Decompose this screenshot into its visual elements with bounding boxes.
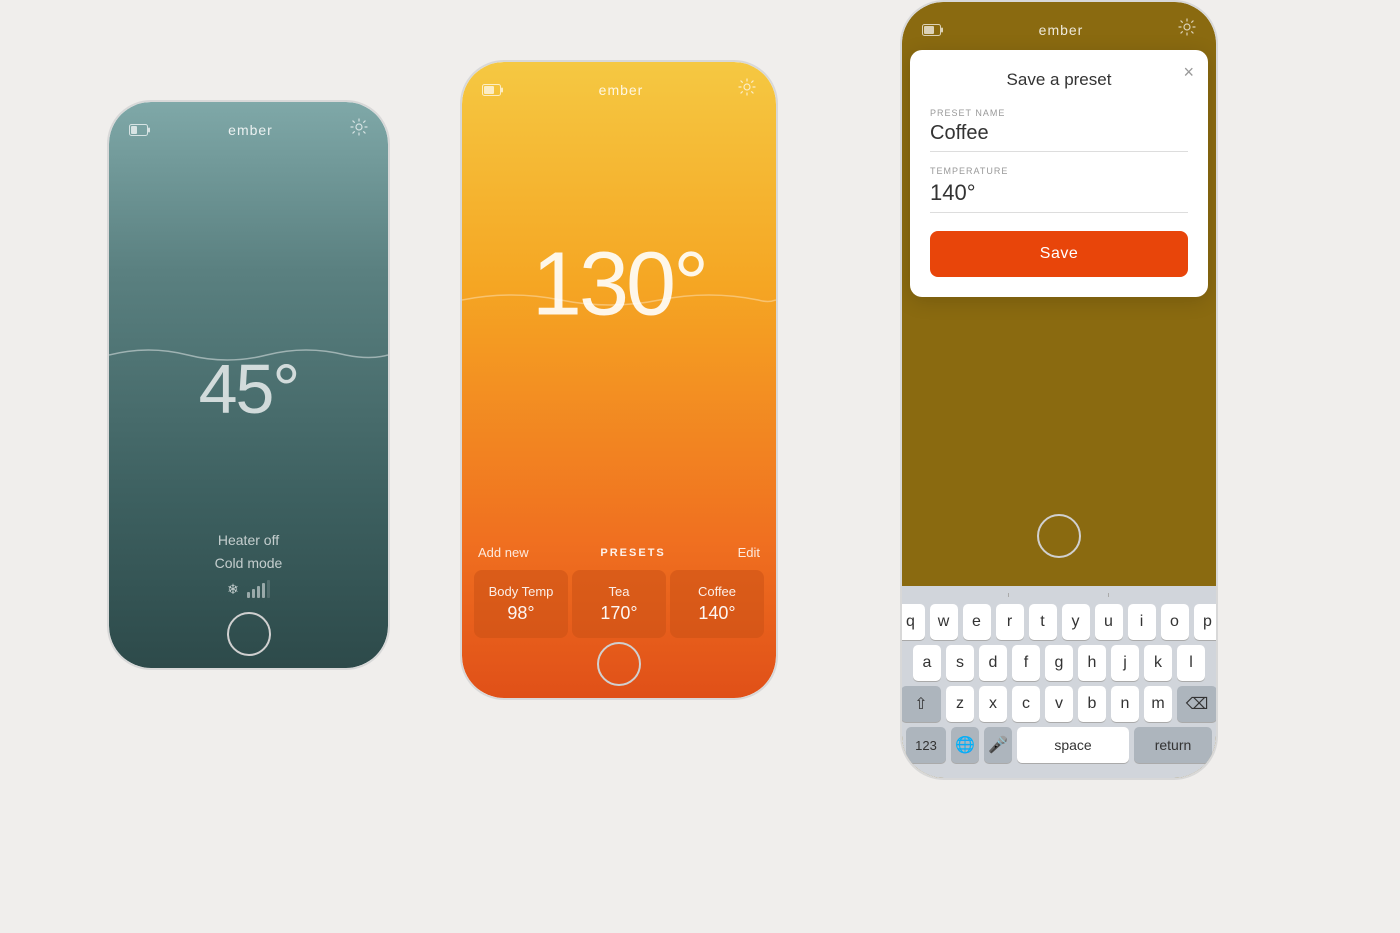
dialog-title: Save a preset: [930, 70, 1188, 90]
key-g[interactable]: g: [1045, 645, 1073, 681]
signal-bars: [247, 580, 270, 598]
key-b[interactable]: b: [1078, 686, 1106, 722]
mic-key[interactable]: 🎤: [984, 727, 1012, 763]
signal-bar-5: [267, 580, 270, 598]
keyboard: q w e r t y u i o p a s d f g: [902, 586, 1216, 778]
preset-name-2: Tea: [580, 584, 658, 599]
preset-name-1: Body Temp: [482, 584, 560, 599]
status-bar-2: ember: [462, 62, 776, 109]
snowflake-icon: ❄: [227, 581, 239, 598]
key-u[interactable]: u: [1095, 604, 1123, 640]
key-e[interactable]: e: [963, 604, 991, 640]
scene: ember 45° Heater off: [0, 0, 1400, 933]
save-preset-dialog: × Save a preset PRESET NAME TEMPERATURE …: [910, 50, 1208, 297]
phone-cold: ember 45° Heater off: [107, 100, 390, 670]
bottom-status-1: Heater off Cold mode ❄: [109, 529, 388, 598]
presets-grid: Body Temp 98° Tea 170° Coffee 140°: [474, 570, 764, 638]
add-new-button[interactable]: Add new: [478, 545, 529, 560]
signal-bar-4: [262, 583, 265, 598]
home-button-2[interactable]: [597, 642, 641, 686]
preset-body-temp[interactable]: Body Temp 98°: [474, 570, 568, 638]
suggestion-3[interactable]: [1109, 592, 1210, 598]
key-z[interactable]: z: [946, 686, 974, 722]
battery-icon-3: [922, 24, 944, 36]
key-o[interactable]: o: [1161, 604, 1189, 640]
preset-temp-2: 170°: [580, 603, 658, 624]
battery-icon-1: [129, 124, 151, 136]
presets-header: Add new PRESETS Edit: [474, 545, 764, 570]
numbers-key[interactable]: 123: [906, 727, 946, 763]
keyboard-suggestions: [906, 592, 1212, 598]
keyboard-row-2: a s d f g h j k l: [906, 645, 1212, 681]
phone-cold-screen: ember 45° Heater off: [109, 102, 388, 668]
keyboard-row-3: ⇧ z x c v b n m ⌫: [906, 686, 1212, 722]
key-q[interactable]: q: [902, 604, 925, 640]
key-a[interactable]: a: [913, 645, 941, 681]
keyboard-row-bottom: 123 🌐 🎤 space return: [906, 727, 1212, 763]
home-button-3[interactable]: [1037, 514, 1081, 558]
key-t[interactable]: t: [1029, 604, 1057, 640]
temperature-label: TEMPERATURE: [930, 166, 1188, 176]
backspace-key[interactable]: ⌫: [1177, 686, 1216, 722]
preset-coffee[interactable]: Coffee 140°: [670, 570, 764, 638]
suggestion-1[interactable]: [908, 592, 1009, 598]
key-j[interactable]: j: [1111, 645, 1139, 681]
preset-temp-1: 98°: [482, 603, 560, 624]
return-key[interactable]: return: [1134, 727, 1212, 763]
phone-active: ember 130° Add new: [460, 60, 778, 700]
phone-dialog-screen: ember × Save a preset PRESET NAME TEMPER…: [902, 2, 1216, 778]
key-y[interactable]: y: [1062, 604, 1090, 640]
app-title-1: ember: [228, 122, 273, 138]
key-f[interactable]: f: [1012, 645, 1040, 681]
suggestion-2[interactable]: [1009, 592, 1110, 598]
key-x[interactable]: x: [979, 686, 1007, 722]
key-p[interactable]: p: [1194, 604, 1217, 640]
key-r[interactable]: r: [996, 604, 1024, 640]
key-s[interactable]: s: [946, 645, 974, 681]
temp-display-2: 130°: [532, 233, 706, 336]
preset-name-3: Coffee: [678, 584, 756, 599]
presets-title: PRESETS: [600, 547, 665, 559]
key-l[interactable]: l: [1177, 645, 1205, 681]
presets-section: Add new PRESETS Edit Body Temp 98° Tea 1…: [462, 545, 776, 638]
keyboard-row-1: q w e r t y u i o p: [906, 604, 1212, 640]
app-title-2: ember: [599, 82, 644, 98]
key-v[interactable]: v: [1045, 686, 1073, 722]
signal-bar-1: [247, 592, 250, 598]
status-bar-3: ember: [902, 2, 1216, 49]
key-h[interactable]: h: [1078, 645, 1106, 681]
phone-dialog: ember × Save a preset PRESET NAME TEMPER…: [900, 0, 1218, 780]
gear-icon-3[interactable]: [1178, 18, 1196, 41]
battery-icon-2: [482, 84, 504, 96]
globe-key[interactable]: 🌐: [951, 727, 979, 763]
dialog-close-button[interactable]: ×: [1183, 62, 1194, 83]
key-m[interactable]: m: [1144, 686, 1172, 722]
bottom-icons-1: ❄: [109, 580, 388, 598]
gear-icon-2[interactable]: [738, 78, 756, 101]
signal-bar-3: [257, 586, 260, 598]
preset-temp-3: 140°: [678, 603, 756, 624]
key-n[interactable]: n: [1111, 686, 1139, 722]
key-i[interactable]: i: [1128, 604, 1156, 640]
gear-icon-1[interactable]: [350, 118, 368, 141]
key-d[interactable]: d: [979, 645, 1007, 681]
preset-tea[interactable]: Tea 170°: [572, 570, 666, 638]
key-w[interactable]: w: [930, 604, 958, 640]
status-bar-1: ember: [109, 102, 388, 149]
edit-button[interactable]: Edit: [738, 545, 760, 560]
save-button[interactable]: Save: [930, 231, 1188, 277]
temp-display-1: 45°: [199, 349, 299, 429]
preset-name-input[interactable]: [930, 122, 1188, 152]
signal-bar-2: [252, 589, 255, 598]
phone-active-screen: ember 130° Add new: [462, 62, 776, 698]
temperature-value: 140°: [930, 180, 1188, 213]
home-button-1[interactable]: [227, 612, 271, 656]
shift-key[interactable]: ⇧: [902, 686, 941, 722]
app-title-3: ember: [1039, 22, 1084, 38]
space-key[interactable]: space: [1017, 727, 1129, 763]
preset-name-label: PRESET NAME: [930, 108, 1188, 118]
key-c[interactable]: c: [1012, 686, 1040, 722]
key-k[interactable]: k: [1144, 645, 1172, 681]
heater-status: Heater off Cold mode: [109, 529, 388, 574]
